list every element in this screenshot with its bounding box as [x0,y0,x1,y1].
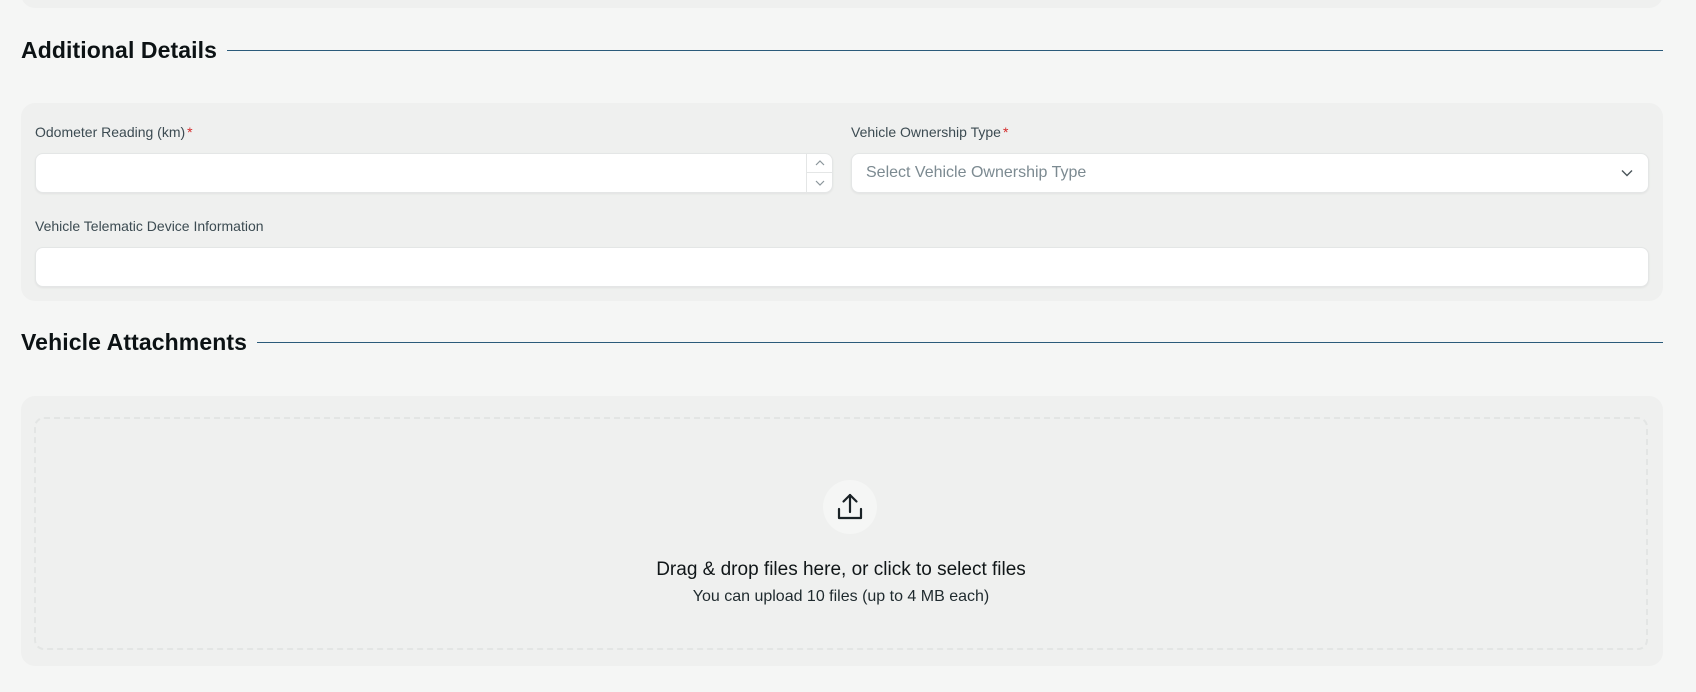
section-divider [227,50,1663,51]
additional-details-card: Odometer Reading (km) * Vehicle Ownership… [21,103,1663,301]
stepper-up-button[interactable] [807,154,832,173]
page-scrollbar[interactable] [1680,0,1696,692]
chevron-down-icon [1621,170,1633,177]
required-marker: * [187,124,193,140]
chevron-up-icon [815,160,824,166]
odometer-input[interactable] [35,153,833,193]
required-marker: * [1002,124,1009,140]
telematic-input[interactable] [35,247,1649,287]
upload-icon-wrapper [823,480,877,534]
vehicle-attachments-header: Vehicle Attachments [21,329,1663,356]
ownership-type-label: Vehicle Ownership Type * [851,124,1008,140]
ownership-type-select[interactable]: Select Vehicle Ownership Type [851,153,1649,193]
chevron-down-icon [815,180,824,186]
vehicle-attachments-heading: Vehicle Attachments [21,329,248,355]
odometer-label: Odometer Reading (km) * [35,124,193,140]
upload-icon [837,493,863,520]
section-divider [257,342,1663,343]
odometer-stepper [806,154,832,192]
ownership-type-placeholder: Select Vehicle Ownership Type [866,164,1087,181]
additional-details-header: Additional Details [21,37,1663,64]
telematic-label-text: Vehicle Telematic Device Information [35,218,264,234]
dropzone-subtitle: You can upload 10 files (up to 4 MB each… [692,588,990,605]
additional-details-heading: Additional Details [21,37,218,63]
dropzone-title: Drag & drop files here, or click to sele… [656,559,1026,580]
telematic-label: Vehicle Telematic Device Information [35,218,264,234]
previous-section-card [21,0,1663,8]
attachments-card: Drag & drop files here, or click to sele… [21,396,1663,666]
ownership-type-label-text: Vehicle Ownership Type [851,124,1001,140]
odometer-label-text: Odometer Reading (km) [35,124,186,140]
file-dropzone[interactable]: Drag & drop files here, or click to sele… [34,417,1648,650]
stepper-down-button[interactable] [807,173,832,192]
